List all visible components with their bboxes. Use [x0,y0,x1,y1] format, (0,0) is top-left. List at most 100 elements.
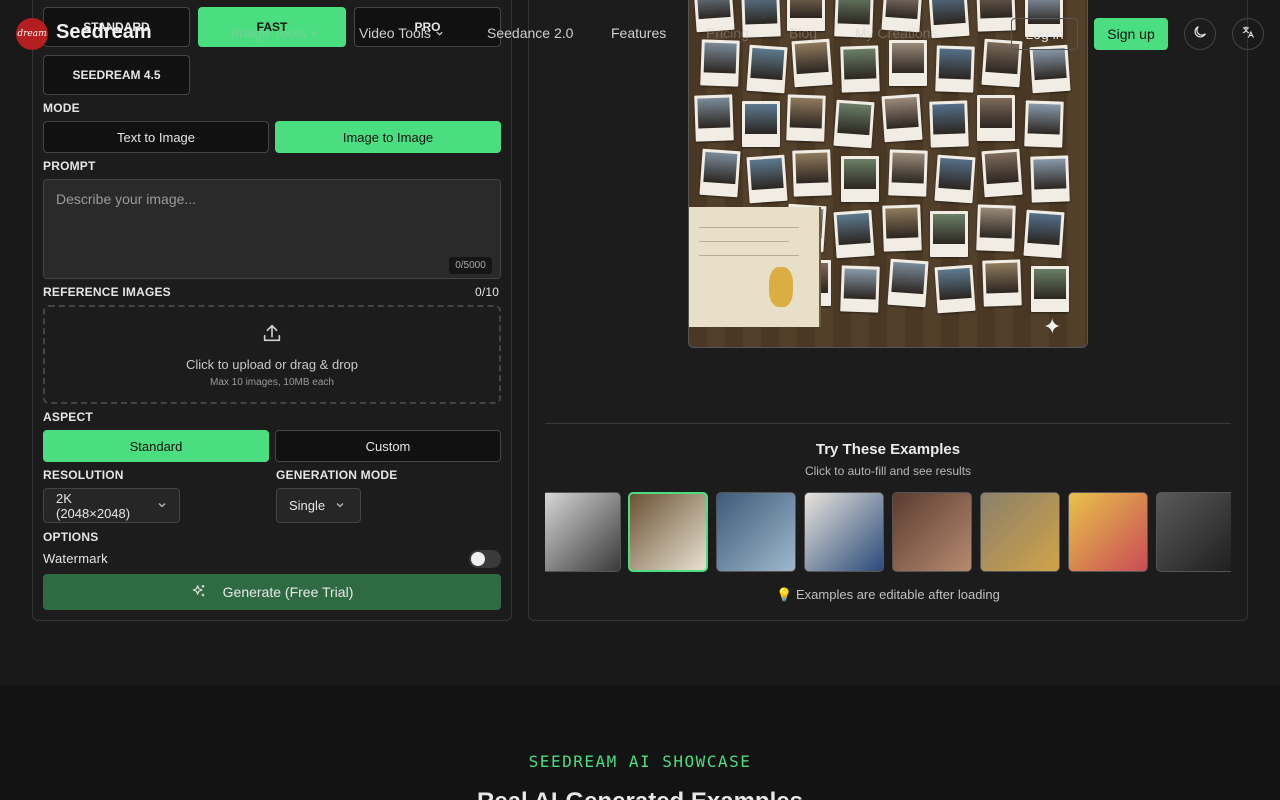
polaroid-photo [976,0,1016,32]
example-thumbnail[interactable] [1068,492,1148,572]
polaroid-photo [929,100,969,148]
watermark-toggle[interactable] [469,550,501,568]
nav-item-label: Video Tools [359,25,431,41]
generate-button[interactable]: Generate (Free Trial) [43,574,501,610]
polaroid-photo [882,204,922,252]
nav-item-my-creations[interactable]: My Creations [855,25,937,41]
chevron-down-icon [157,498,167,513]
example-thumbnail[interactable] [545,492,621,572]
moon-icon [1192,24,1208,45]
reference-count: 0/10 [475,285,500,299]
examples-subtitle: Click to auto-fill and see results [804,464,972,478]
theme-toggle-button[interactable] [1184,18,1216,50]
polaroid-photo [934,264,976,314]
polaroid-photo [977,95,1015,141]
nav-item-seedance-2-0[interactable]: Seedance 2.0 [487,25,573,41]
polaroid-photo [976,204,1016,252]
example-thumbnail[interactable] [804,492,884,572]
polaroid-photo [742,101,780,147]
polaroid-photo [833,99,875,149]
nav-item-label: Seedance 2.0 [487,25,574,41]
nav-item-features[interactable]: Features [611,25,666,41]
mode-image-to-image-button[interactable]: Image to Image [275,121,501,153]
reference-upload-dropzone[interactable]: Click to upload or drag & drop Max 10 im… [43,305,501,404]
brand-name[interactable]: Seedream [56,21,152,44]
polaroid-photo [694,94,734,142]
polaroid-photo [982,259,1022,307]
translate-icon [1241,25,1255,44]
polaroid-photo [930,211,968,257]
toggle-knob [471,552,485,566]
nav-item-label: Image Tools [231,25,307,41]
polaroid-photo [833,209,875,259]
language-button[interactable] [1232,18,1264,50]
polaroid-photo [1029,44,1071,94]
polaroid-photo [881,93,923,143]
resolution-value: 2K (2048×2048) [56,490,131,521]
polaroid-photo [888,149,928,197]
polaroid-photo [1031,266,1069,312]
showcase-section [0,685,1280,800]
showcase-kicker: SEEDREAM AI SHOWCASE [528,752,752,771]
polaroid-photo [746,44,788,94]
mode-label: MODE [43,101,80,115]
examples-carousel [545,492,1231,572]
aspect-standard-button[interactable]: Standard [43,430,269,462]
watermark-label: Watermark [43,551,108,566]
polaroid-photo [786,94,826,142]
example-thumbnail[interactable] [716,492,796,572]
polaroid-photo [1030,155,1070,203]
mode-text-to-image-button[interactable]: Text to Image [43,121,269,153]
generation-mode-value: Single [289,498,326,513]
result-preview-image: ✦ [688,0,1088,348]
prompt-textarea[interactable]: Describe your image... [43,179,501,279]
chevron-down-icon [335,498,345,513]
prompt-label: PROMPT [43,159,96,173]
polaroid-photo [1023,209,1065,259]
examples-title: Try These Examples [815,441,961,458]
polaroid-photo [700,39,740,87]
nav-item-label: Blog [789,25,818,41]
polaroid-photo [935,45,975,93]
polaroid-photo [840,45,880,93]
example-thumbnail[interactable] [892,492,972,572]
resolution-select[interactable]: 2K (2048×2048) [43,488,180,523]
login-button[interactable]: Log in [1011,18,1078,50]
generate-label: Generate (Free Trial) [222,584,354,600]
nav-item-image-tools[interactable]: Image Tools [231,25,319,41]
example-thumbnail[interactable] [980,492,1060,572]
upload-icon [261,322,283,349]
polaroid-photo [887,258,929,308]
generation-mode-select[interactable]: Single [276,488,361,523]
nav-item-label: Pricing [706,25,749,41]
model-seedream45-button[interactable]: SEEDREAM 4.5 [43,55,190,95]
showcase-heading: Real AI-Generated Examples [0,788,1280,800]
polaroid-photo [1024,100,1064,148]
polaroid-photo [792,149,832,197]
notebook-illustration [689,207,821,327]
polaroid-photo [981,148,1023,198]
sparkle-icon: ✦ [1043,314,1062,339]
divider [545,423,1231,424]
nav-item-video-tools[interactable]: Video Tools [359,25,444,41]
polaroid-photo [746,154,788,204]
example-thumbnail[interactable] [1156,492,1231,572]
reference-images-label: REFERENCE IMAGES [43,285,171,299]
nav-item-pricing[interactable]: Pricing [706,25,749,41]
polaroid-photo [791,38,833,88]
brand-logo[interactable]: dream [16,18,48,50]
generation-mode-label: GENERATION MODE [276,468,398,482]
options-label: OPTIONS [43,530,99,544]
prompt-char-counter: 0/5000 [449,257,492,274]
signup-button[interactable]: Sign up [1094,18,1168,50]
chevron-down-icon [435,25,444,41]
nav-item-blog[interactable]: Blog [789,25,817,41]
sparkles-icon [191,583,207,602]
polaroid-photo [934,154,976,204]
aspect-custom-button[interactable]: Custom [275,430,501,462]
nav-item-label: Features [611,25,667,41]
polaroid-photo [840,265,880,313]
upload-text: Click to upload or drag & drop [186,356,358,372]
example-thumbnail[interactable] [628,492,708,572]
polaroid-photo [699,148,741,198]
